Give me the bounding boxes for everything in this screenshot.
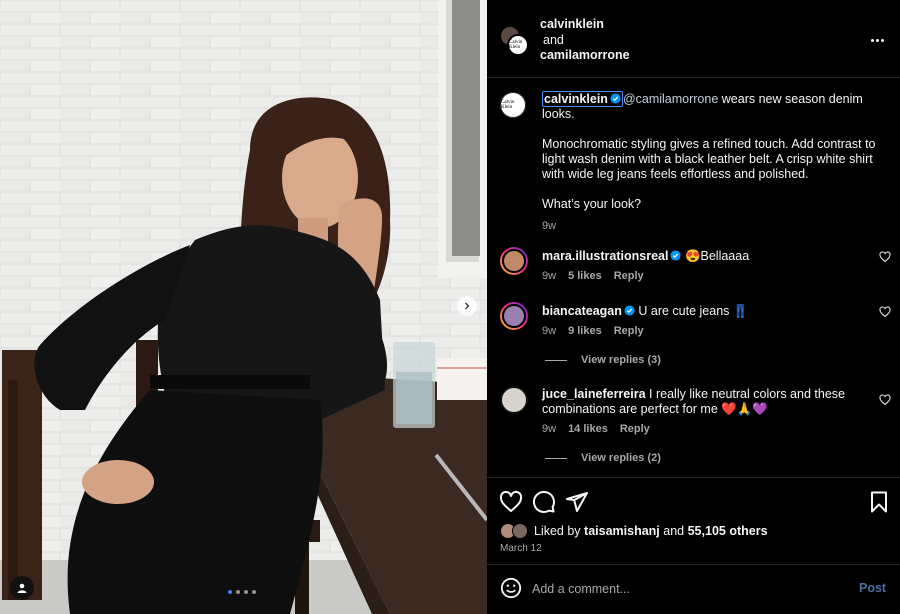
comment-text: 😍Bellaaaa: [684, 249, 750, 263]
carousel-dot: [252, 590, 256, 594]
liker-avatars: [500, 523, 530, 539]
post-date[interactable]: March 12: [500, 543, 542, 554]
avatar[interactable]: [500, 302, 528, 330]
next-slide-button[interactable]: [457, 296, 477, 316]
avatar[interactable]: [500, 247, 528, 275]
comment-time: 9w: [542, 270, 557, 282]
more-horizontal-icon: [870, 38, 874, 42]
comment-username[interactable]: mara.illustrationsreal: [542, 249, 668, 263]
post-photo[interactable]: [0, 0, 487, 614]
replies-divider: [545, 457, 567, 459]
comment-body: biancateagan U are cute jeans 👖 9w 9 lik…: [542, 304, 872, 339]
verified-badge-icon: [624, 305, 635, 316]
comment-composer: Post: [487, 564, 900, 614]
comment-body: mara.illustrationsreal 😍Bellaaaa 9w 5 li…: [542, 249, 872, 284]
caption-username[interactable]: calvinklein: [542, 91, 623, 107]
comment-time: 9w: [542, 325, 557, 337]
avatar[interactable]: [500, 386, 528, 414]
carousel-dot: [244, 590, 248, 594]
carousel-dot: [228, 590, 232, 594]
post-comment-button[interactable]: Post: [859, 581, 886, 595]
view-replies-label: View replies (2): [581, 452, 661, 464]
photo-scene: [0, 0, 487, 614]
more-dot: [880, 38, 884, 42]
carousel-dot: [236, 590, 240, 594]
caption-username-text: calvinklein: [544, 92, 608, 106]
header-username-1[interactable]: calvinklein: [540, 17, 630, 33]
caption-timestamp: 9w: [542, 220, 557, 232]
comment-text: U are cute jeans 👖: [638, 304, 749, 318]
header-joiner: and: [543, 32, 564, 47]
comment-username[interactable]: biancateagan: [542, 304, 622, 318]
view-replies-button[interactable]: View replies (3): [545, 354, 661, 366]
comment-likes[interactable]: 14 likes: [568, 422, 608, 437]
tagged-users-button[interactable]: [10, 576, 34, 600]
caption-text-3: What’s your look?: [542, 197, 642, 211]
more-options-button[interactable]: [867, 30, 887, 50]
avatar-image: [500, 386, 528, 414]
emoji-icon[interactable]: [500, 577, 522, 599]
like-comment-heart-icon[interactable]: [879, 394, 891, 406]
liked-by-prefix: Liked by: [534, 524, 581, 538]
post-details-panel: Calvin Klein calvinklein and camilamorro…: [487, 0, 900, 614]
comment-icon[interactable]: [532, 490, 556, 514]
share-icon[interactable]: [565, 490, 589, 514]
bookmark-icon[interactable]: [867, 490, 891, 514]
avatar: [512, 523, 528, 539]
comment-input[interactable]: [532, 579, 822, 599]
reply-button[interactable]: Reply: [614, 269, 644, 284]
view-replies-button[interactable]: View replies (2): [545, 452, 661, 464]
avatar[interactable]: Calvin Klein: [500, 92, 526, 118]
comment-time: 9w: [542, 423, 557, 435]
post-actions: Liked by taisamishanj and 55,105 others …: [487, 477, 900, 613]
collab-avatars[interactable]: Calvin Klein: [500, 26, 530, 56]
view-replies-label: View replies (3): [581, 354, 661, 366]
verified-badge-icon: [670, 250, 681, 261]
comment-likes[interactable]: 5 likes: [568, 269, 602, 284]
caption-mention[interactable]: @camilamorrone: [623, 92, 718, 106]
comment-username[interactable]: juce_laineferreira: [542, 387, 646, 401]
post-caption: calvinklein @camilamorrone wears new seas…: [542, 91, 877, 234]
user-icon: [17, 583, 27, 593]
heart-icon[interactable]: [499, 490, 523, 514]
like-comment-heart-icon[interactable]: [879, 251, 891, 263]
reply-button[interactable]: Reply: [620, 422, 650, 437]
liked-by-count[interactable]: 55,105 others: [688, 524, 768, 538]
like-comment-heart-icon[interactable]: [879, 306, 891, 318]
header-username-2[interactable]: camilamorrone: [540, 48, 630, 64]
likes-summary: Liked by taisamishanj and 55,105 others: [500, 523, 768, 539]
avatar-image: [502, 249, 526, 273]
chevron-right-icon: [465, 302, 470, 310]
collab-names: calvinklein and camilamorrone: [540, 17, 630, 64]
carousel-dots: [228, 590, 256, 594]
post-header: Calvin Klein calvinklein and camilamorro…: [487, 0, 900, 78]
avatar: Calvin Klein: [507, 34, 529, 56]
liked-by-and: and: [663, 524, 685, 538]
reply-button[interactable]: Reply: [614, 324, 644, 339]
comment-likes[interactable]: 9 likes: [568, 324, 602, 339]
avatar-image: [502, 304, 526, 328]
verified-badge-icon: [610, 93, 621, 104]
more-dot: [875, 38, 879, 42]
comment-body: juce_laineferreira I really like neutral…: [542, 387, 872, 437]
caption-text-2: Monochromatic styling gives a refined to…: [542, 137, 876, 181]
liked-by-username[interactable]: taisamishanj: [584, 524, 660, 538]
replies-divider: [545, 359, 567, 361]
